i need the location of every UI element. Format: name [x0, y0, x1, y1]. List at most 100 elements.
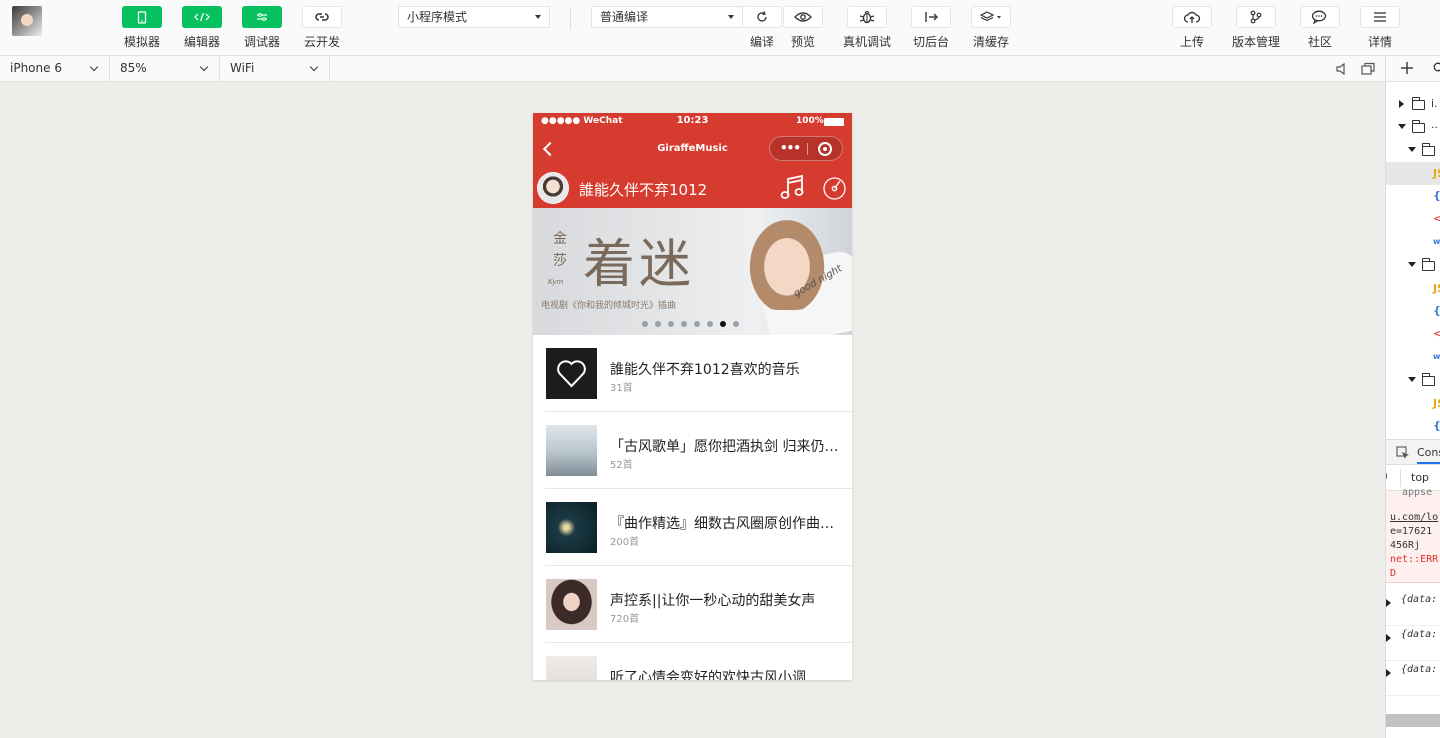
list-item[interactable]: 声控系||让你一秒心动的甜美女声 720首	[533, 566, 852, 643]
playlist-title: 听了心情会变好的欢快古风小调	[610, 670, 806, 680]
tree-label: ..	[1431, 118, 1438, 131]
folder-open-icon	[1422, 373, 1435, 386]
tree-row[interactable]: {	[1386, 415, 1440, 438]
battery-text: 100%	[796, 116, 824, 126]
tree-row-selected[interactable]: JS	[1386, 162, 1440, 185]
speaker-icon[interactable]	[1335, 62, 1349, 76]
version-manage-button[interactable]: 版本管理	[1232, 6, 1280, 50]
error-line: e=17621	[1390, 526, 1433, 537]
capsule-divider	[807, 143, 808, 155]
upload-cloud-icon	[1172, 6, 1212, 28]
disc-icon[interactable]	[822, 176, 847, 201]
tree-row[interactable]: {	[1386, 185, 1440, 208]
playlist-cover	[546, 502, 597, 553]
network-select-value: WiFi	[230, 61, 255, 75]
tree-row[interactable]: JS	[1386, 392, 1440, 415]
tree-row[interactable]: wx	[1386, 346, 1440, 369]
collapse-icon	[1398, 124, 1406, 129]
compile-select-value: 普通编译	[600, 10, 649, 24]
preview-button[interactable]: 预览	[783, 6, 823, 50]
js-file-icon: JS	[1433, 282, 1440, 295]
music-note-icon[interactable]	[778, 174, 806, 202]
user-profile-avatar[interactable]	[537, 172, 569, 204]
sidebar-toggle-icon[interactable]: )	[1386, 471, 1388, 482]
zoom-select[interactable]: 85%	[110, 56, 220, 81]
layers-icon	[971, 6, 1011, 28]
inspect-cursor-icon[interactable]	[1396, 446, 1410, 460]
banner-artist-name: 金莎	[553, 231, 567, 269]
simulator-button[interactable]: 模拟器	[122, 6, 162, 50]
device-select[interactable]: iPhone 6	[0, 56, 110, 81]
details-label: 详情	[1367, 35, 1392, 49]
tree-row[interactable]	[1386, 139, 1440, 162]
expand-icon	[1386, 634, 1391, 642]
menu-capsule[interactable]: •••	[769, 136, 843, 161]
branch-icon	[1236, 6, 1276, 28]
list-item[interactable]: 「古风歌单」愿你把酒执剑 归来仍是少年 52首	[533, 412, 852, 489]
close-target-icon[interactable]	[818, 142, 832, 156]
carousel-dot[interactable]	[668, 321, 674, 327]
log-object: {data:	[1401, 594, 1438, 605]
folder-open-icon	[1422, 143, 1435, 156]
tree-row[interactable]: JS	[1386, 277, 1440, 300]
cloud-dev-button[interactable]: 云开发	[302, 6, 342, 50]
tree-row[interactable]: ..	[1386, 116, 1440, 139]
network-select[interactable]: WiFi	[220, 56, 330, 81]
carousel-dot[interactable]	[655, 321, 661, 327]
error-link[interactable]: u.com/lo	[1390, 512, 1438, 523]
banner-carousel[interactable]: good night 金莎 Kym 着迷 电视剧《你和我的倾城时光》插曲	[533, 208, 852, 335]
user-avatar[interactable]	[12, 6, 42, 36]
chevron-down-icon	[309, 62, 319, 72]
tree-row[interactable]	[1386, 254, 1440, 277]
list-item[interactable]: 誰能久伴不弃1012喜欢的音乐 31首	[533, 335, 852, 412]
collapse-icon	[1408, 377, 1416, 382]
list-item[interactable]: 『曲作精选』细数古风圈原创作曲人的优秀作品 200首	[533, 489, 852, 566]
playlist-title: 誰能久伴不弃1012喜欢的音乐	[610, 362, 800, 378]
debugger-button[interactable]: 调试器	[242, 6, 282, 50]
folder-open-icon	[1412, 120, 1425, 133]
detach-window-icon[interactable]	[1361, 62, 1375, 76]
tree-row[interactable]: <	[1386, 323, 1440, 346]
caret-down-icon	[728, 15, 734, 19]
console-log-entry[interactable]: {data:	[1386, 661, 1440, 696]
tree-row[interactable]	[1386, 369, 1440, 392]
console-log-entry[interactable]: {data:	[1386, 626, 1440, 661]
tree-row[interactable]: i.	[1386, 93, 1440, 116]
horizontal-scrollbar[interactable]	[1386, 714, 1440, 727]
carousel-dot[interactable]	[642, 321, 648, 327]
device-debug-button[interactable]: 真机调试	[843, 6, 891, 50]
json-file-icon: {	[1433, 189, 1440, 202]
community-button[interactable]: 社区	[1300, 6, 1340, 50]
clear-cache-label: 清缓存	[972, 35, 1009, 49]
carousel-dot[interactable]	[720, 321, 726, 327]
details-button[interactable]: 详情	[1360, 6, 1400, 50]
carousel-dot[interactable]	[681, 321, 687, 327]
console-tab-bar: Cons	[1386, 439, 1440, 465]
editor-button[interactable]: 编辑器	[182, 6, 222, 50]
file-tree-toolbar	[1386, 56, 1440, 82]
context-select[interactable]: top	[1411, 471, 1429, 484]
list-item[interactable]: 听了心情会变好的欢快古风小调	[533, 643, 852, 680]
console-tab[interactable]: Cons	[1417, 446, 1440, 464]
more-dots-icon[interactable]: •••	[780, 141, 801, 155]
search-icon[interactable]	[1433, 62, 1440, 74]
mode-select[interactable]: 小程序模式	[398, 6, 550, 28]
carousel-dot[interactable]	[707, 321, 713, 327]
tree-row[interactable]: {	[1386, 300, 1440, 323]
background-switch-button[interactable]: 切后台	[911, 6, 951, 50]
carousel-dot[interactable]	[694, 321, 700, 327]
upload-button[interactable]: 上传	[1172, 6, 1212, 50]
console-log-entry[interactable]: {data:	[1386, 591, 1440, 626]
error-line: 456Rj	[1390, 540, 1421, 551]
wxss-file-icon: wx	[1433, 237, 1440, 246]
json-file-icon: {	[1433, 419, 1440, 432]
add-icon[interactable]	[1401, 62, 1413, 74]
banner-subtitle: 电视剧《你和我的倾城时光》插曲	[541, 301, 677, 311]
playlist-count: 31首	[610, 383, 633, 394]
cloud-link-icon	[302, 6, 342, 28]
tree-row[interactable]: <	[1386, 208, 1440, 231]
carousel-dot[interactable]	[733, 321, 739, 327]
clear-cache-button[interactable]: 清缓存	[971, 6, 1011, 50]
tree-row[interactable]: wx	[1386, 231, 1440, 254]
compile-select[interactable]: 普通编译	[591, 6, 743, 28]
